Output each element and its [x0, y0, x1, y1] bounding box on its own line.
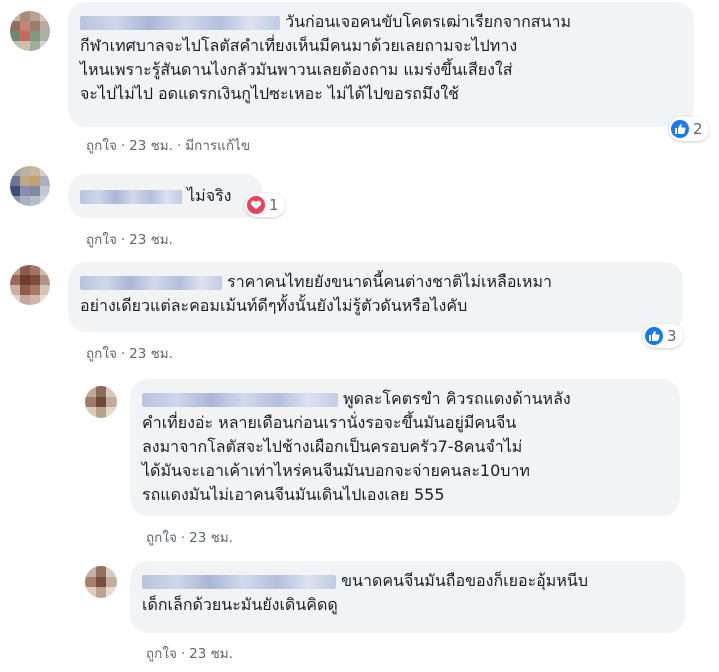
author-name[interactable] — [80, 15, 280, 30]
comment-actions: ถูกใจ · 23 ชม. — [86, 232, 173, 248]
reply-bubble: ขนาดคนจีนมันถือของก็เยอะอุ้มหนีบ เด็กเล็… — [130, 561, 685, 633]
comment-bubble: ไม่จริง — [68, 174, 263, 218]
comment-actions: ถูกใจ · 23 ชม. · มีการแก้ไข — [86, 138, 251, 154]
reaction-count[interactable]: 2 — [669, 117, 709, 141]
reply-bubble: พูดละโคตรขำ คิวรถแดงด้านหลัง คำเที่ยงอ่ะ… — [130, 379, 680, 516]
comment-text: ราคาคนไทยยังขนาดนี้คนต่างชาติไม่เหลือเหม… — [80, 272, 552, 315]
author-name[interactable] — [142, 392, 338, 407]
reaction-count-text: 1 — [269, 196, 279, 214]
timestamp[interactable]: 23 ชม. — [189, 530, 233, 546]
avatar[interactable] — [85, 566, 117, 598]
avatar[interactable] — [10, 166, 50, 206]
avatar[interactable] — [85, 386, 117, 418]
comment-bubble: วันก่อนเจอคนขับโคตรเฒ่าเรียกจากสนาม กีฬา… — [68, 2, 694, 127]
like-button[interactable]: ถูกใจ — [86, 232, 117, 248]
author-name[interactable] — [80, 189, 182, 204]
reaction-count-text: 2 — [693, 120, 703, 138]
reply-text: พูดละโคตรขำ คิวรถแดงด้านหลัง คำเที่ยงอ่ะ… — [142, 389, 571, 504]
timestamp[interactable]: 23 ชม. — [189, 646, 233, 662]
reply-actions: ถูกใจ · 23 ชม. — [146, 530, 233, 546]
edited-label[interactable]: มีการแก้ไข — [185, 138, 250, 154]
author-name[interactable] — [142, 574, 336, 589]
timestamp[interactable]: 23 ชม. — [129, 232, 173, 248]
author-name[interactable] — [80, 275, 222, 290]
like-button[interactable]: ถูกใจ — [146, 530, 177, 546]
like-button[interactable]: ถูกใจ — [146, 646, 177, 662]
reaction-count[interactable]: 1 — [245, 193, 285, 217]
love-icon — [247, 196, 265, 214]
avatar[interactable] — [10, 265, 50, 305]
comment-actions: ถูกใจ · 23 ชม. — [86, 346, 173, 362]
timestamp[interactable]: 23 ชม. — [129, 138, 173, 154]
reply-text: ขนาดคนจีนมันถือของก็เยอะอุ้มหนีบ เด็กเล็… — [142, 571, 588, 614]
like-button[interactable]: ถูกใจ — [86, 346, 117, 362]
reaction-count[interactable]: 3 — [643, 324, 683, 348]
like-icon — [645, 327, 663, 345]
comment-text: วันก่อนเจอคนขับโคตรเฒ่าเรียกจากสนาม กีฬา… — [80, 12, 572, 103]
like-icon — [671, 120, 689, 138]
avatar[interactable] — [10, 11, 50, 51]
reply-actions: ถูกใจ · 23 ชม. — [146, 646, 233, 662]
comment-bubble: ราคาคนไทยยังขนาดนี้คนต่างชาติไม่เหลือเหม… — [68, 262, 683, 332]
like-button[interactable]: ถูกใจ — [86, 138, 117, 154]
timestamp[interactable]: 23 ชม. — [129, 346, 173, 362]
comment-text: ไม่จริง — [80, 184, 251, 208]
reaction-count-text: 3 — [667, 327, 677, 345]
